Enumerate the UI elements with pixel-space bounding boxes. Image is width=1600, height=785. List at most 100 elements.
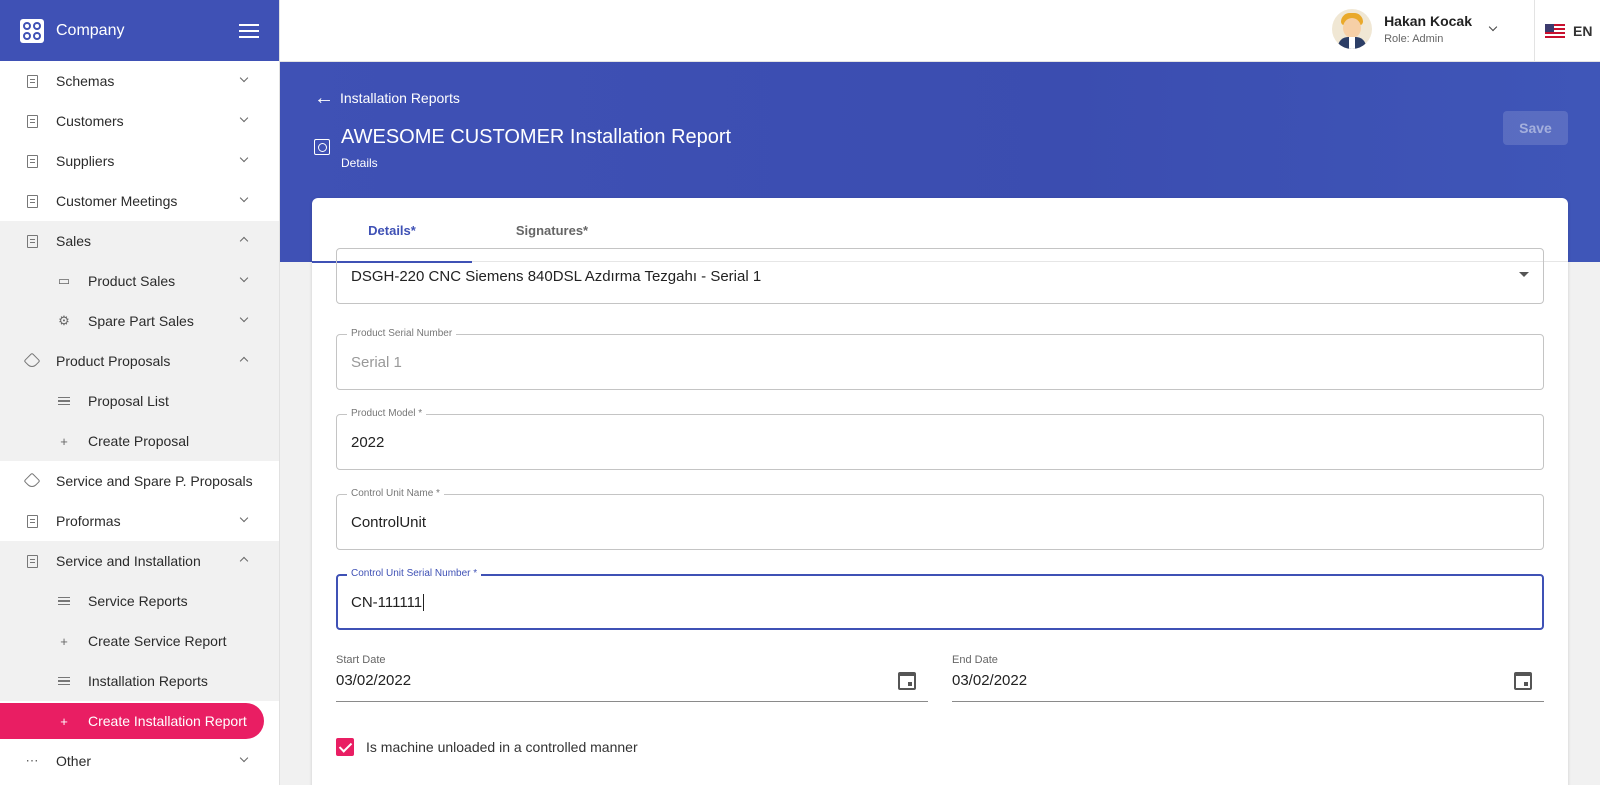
chevron-down-icon (239, 313, 249, 323)
sidebar-item-label: Product Proposals (56, 353, 171, 369)
sidebar-item-create-proposal[interactable]: + Create Proposal (0, 421, 279, 461)
sidebar-item-create-installation-report[interactable]: + Create Installation Report (0, 701, 279, 741)
sidebar-item-proposal-list[interactable]: Proposal List (0, 381, 279, 421)
plus-icon: + (60, 633, 68, 649)
sidebar-item-label: Service Reports (88, 593, 188, 609)
sidebar-item-proformas[interactable]: Proformas (0, 501, 279, 541)
sidebar-item-label: Create Proposal (88, 433, 190, 449)
sidebar-item-suppliers[interactable]: Suppliers (0, 141, 279, 181)
title-row: AWESOME CUSTOMER Installation Report Det… (314, 126, 731, 170)
chevron-down-icon[interactable] (1488, 22, 1498, 32)
product-serial-number-field[interactable]: Product Serial Number Serial 1 (336, 328, 1544, 390)
sidebar-item-customer-meetings[interactable]: Customer Meetings (0, 181, 279, 221)
field-value: 2022 (351, 433, 385, 451)
sidebar-item-label: Proformas (56, 513, 121, 529)
plus-icon: + (60, 433, 68, 449)
top-bar: Hakan Kocak Role: Admin EN (280, 0, 1600, 62)
menu-toggle-icon[interactable] (239, 23, 259, 38)
chevron-up-icon (239, 236, 249, 246)
checkbox-label: Is machine unloaded in a controlled mann… (366, 739, 638, 755)
sidebar-item-label: Schemas (56, 73, 115, 89)
sidebar-item-service-reports[interactable]: Service Reports (0, 581, 279, 621)
product-select-value: DSGH-220 CNC Siemens 840DSL Azdırma Tezg… (351, 267, 762, 285)
sidebar-item-installation-reports[interactable]: Installation Reports (0, 661, 279, 701)
dropdown-arrow-icon[interactable] (1519, 272, 1529, 277)
sidebar-item-label: Installation Reports (88, 673, 208, 689)
contact-card-icon (24, 153, 40, 169)
tag-icon (23, 472, 41, 490)
settings-box-icon (314, 139, 330, 155)
sidebar-item-service-spare-proposals[interactable]: Service and Spare P. Proposals (0, 461, 279, 501)
product-select[interactable]: DSGH-220 CNC Siemens 840DSL Azdırma Tezg… (336, 248, 1544, 304)
list-box-icon (24, 513, 40, 529)
sidebar-item-other[interactable]: ⋯ Other (0, 741, 279, 781)
plus-icon: + (60, 713, 68, 729)
sidebar-item-schemas[interactable]: Schemas (0, 61, 279, 101)
control-unit-name-field[interactable]: Control Unit Name * ControlUnit (336, 488, 1544, 550)
sidebar-item-customers[interactable]: Customers (0, 101, 279, 141)
field-value: Serial 1 (351, 353, 402, 371)
list-icon (56, 393, 72, 409)
user-role: Role: Admin (1384, 33, 1444, 45)
chevron-down-icon (239, 193, 249, 203)
product-model-field[interactable]: Product Model * 2022 (336, 408, 1544, 470)
chevron-down-icon (239, 153, 249, 163)
field-value: ControlUnit (351, 513, 427, 531)
avatar (1332, 9, 1373, 49)
sidebar: Company Schemas Customers Suppliers Cust… (0, 0, 280, 785)
sidebar-item-label: Spare Part Sales (88, 313, 194, 329)
page-subtitle: Details (341, 156, 378, 170)
back-link[interactable]: ← Installation Reports (314, 88, 460, 108)
sidebar-item-create-service-report[interactable]: + Create Service Report (0, 621, 279, 661)
sidebar-item-label: Customers (56, 113, 124, 129)
chevron-down-icon (239, 73, 249, 83)
sidebar-item-sales[interactable]: Sales (0, 221, 279, 261)
language-code: EN (1573, 22, 1593, 39)
sidebar-item-label: Service and Installation (56, 553, 201, 569)
user-info: Hakan Kocak Role: Admin (1384, 13, 1472, 45)
end-date-label: End Date (952, 654, 998, 666)
user-menu[interactable]: Hakan Kocak Role: Admin (1332, 9, 1498, 49)
sidebar-item-label: Proposal List (88, 393, 169, 409)
tag-icon (23, 352, 41, 370)
gear-icon: ⚙ (58, 313, 70, 328)
more-horizontal-icon: ⋯ (25, 753, 39, 768)
unloaded-checkbox-row: Is machine unloaded in a controlled mann… (336, 738, 638, 756)
chevron-up-icon (239, 356, 249, 366)
sidebar-item-label: Sales (56, 233, 92, 249)
sidebar-item-product-proposals[interactable]: Product Proposals (0, 341, 279, 381)
sidebar-item-label: Other (56, 753, 92, 769)
page-title: AWESOME CUSTOMER Installation Report (341, 126, 732, 148)
sidebar-item-spare-part-sales[interactable]: ⚙ Spare Part Sales (0, 301, 279, 341)
control-unit-serial-number-field[interactable]: Control Unit Serial Number * CN-111111 (336, 568, 1544, 630)
start-date-label: Start Date (336, 654, 386, 666)
us-flag-icon (1545, 23, 1565, 38)
settings-box-icon (24, 553, 40, 569)
chevron-down-icon (239, 753, 249, 763)
end-date-field[interactable]: End Date 03/02/2022 (952, 654, 1544, 702)
chevron-down-icon (239, 273, 249, 283)
save-button[interactable]: Save (1503, 111, 1568, 145)
sidebar-item-product-sales[interactable]: ▭ Product Sales (0, 261, 279, 301)
back-link-label: Installation Reports (340, 90, 460, 106)
language-selector[interactable]: EN (1534, 0, 1600, 61)
sidebar-item-label: Service and Spare P. Proposals (56, 473, 253, 489)
arrow-left-icon: ← (314, 87, 334, 109)
calendar-icon[interactable] (898, 672, 916, 690)
start-date-field[interactable]: Start Date 03/02/2022 (336, 654, 928, 702)
list-icon (56, 673, 72, 689)
company-name: Company (56, 21, 125, 39)
user-name: Hakan Kocak (1384, 13, 1472, 29)
form-card: Details* Signatures* DSGH-220 CNC Siemen… (312, 198, 1568, 785)
chevron-down-icon (239, 113, 249, 123)
list-icon (56, 593, 72, 609)
document-icon (24, 73, 40, 89)
field-value: CN-111111 (351, 593, 423, 611)
sidebar-item-label: Suppliers (56, 153, 115, 169)
calendar-icon[interactable] (1514, 672, 1532, 690)
chevron-up-icon (239, 556, 249, 566)
sidebar-item-service-installation[interactable]: Service and Installation (0, 541, 279, 581)
sidebar-nav: Schemas Customers Suppliers Customer Mee… (0, 61, 279, 781)
list-box-icon (24, 233, 40, 249)
unloaded-checkbox[interactable] (336, 738, 354, 756)
